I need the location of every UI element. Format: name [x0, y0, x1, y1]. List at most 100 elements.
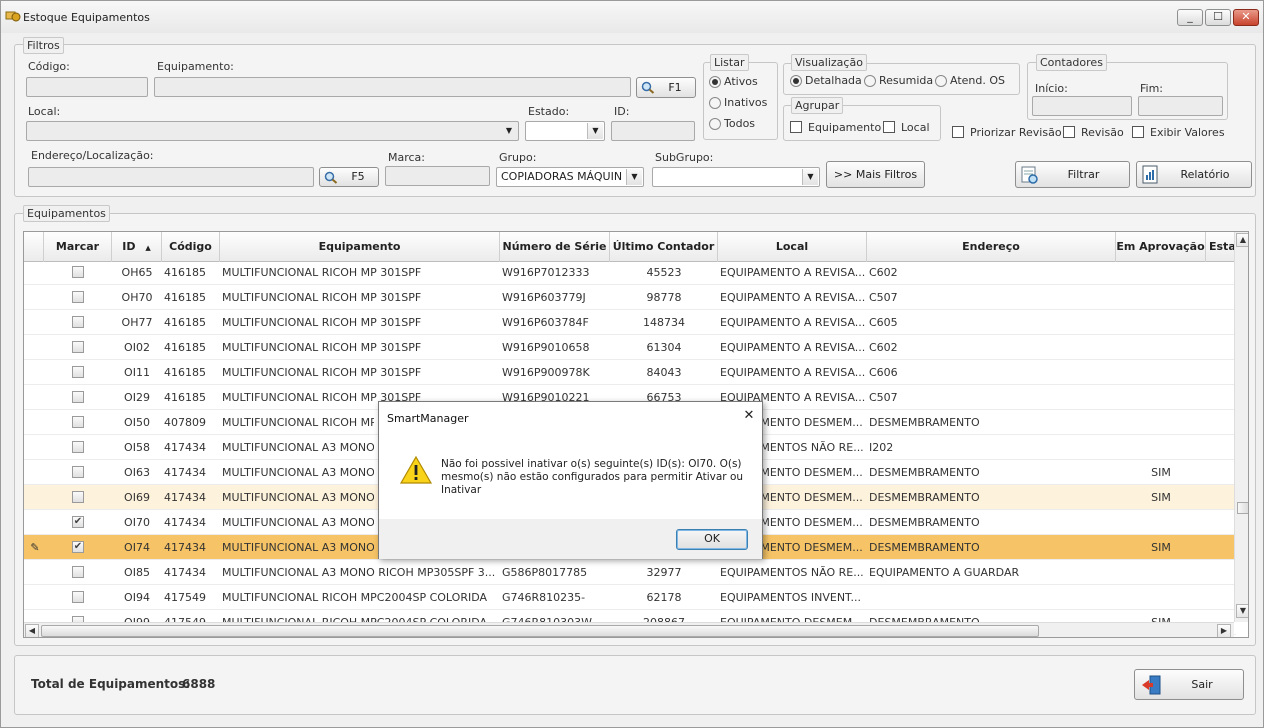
header-ultimo-contador[interactable]: Último Contador [610, 232, 718, 262]
cell-id: OH70 [121, 291, 153, 304]
marcar-checkbox[interactable]: ✔ [72, 516, 84, 528]
header-endereco[interactable]: Endereço [867, 232, 1116, 262]
cell-id: OI94 [124, 591, 150, 604]
table-row[interactable]: OH65 416185 MULTIFUNCIONAL RICOH MP 301SPF… [24, 260, 1236, 285]
cell-codigo: 417434 [164, 491, 206, 504]
cell-local: EQUIPAMENTOS INVENT... [720, 591, 861, 604]
header-local[interactable]: Local [718, 232, 867, 262]
vertical-scroll-thumb[interactable] [1237, 502, 1248, 514]
cell-em-aprovacao [1116, 335, 1206, 360]
fim-label: Fim: [1140, 82, 1164, 95]
scroll-left-arrow-icon[interactable]: ◀ [25, 624, 39, 637]
minimize-button[interactable]: _ [1177, 9, 1203, 26]
marcar-checkbox[interactable] [72, 591, 84, 603]
grupo-combo[interactable]: COPIADORAS MÁQUIN ▼ [496, 167, 644, 187]
vertical-scrollbar[interactable]: ▲ ▼ [1234, 232, 1248, 622]
subgrupo-label: SubGrupo: [655, 151, 714, 164]
f1-lookup-button[interactable]: F1 [636, 77, 696, 98]
radio-detalhada[interactable] [790, 75, 802, 87]
agrupar-equipamento-checkbox[interactable] [790, 121, 802, 133]
header-marcar[interactable]: Marcar [44, 232, 112, 262]
scroll-up-arrow-icon[interactable]: ▲ [1236, 233, 1248, 247]
cell-em-aprovacao: SIM [1151, 541, 1171, 554]
close-button[interactable]: ✕ [1233, 9, 1259, 26]
marcar-checkbox[interactable] [72, 566, 84, 578]
fim-input[interactable] [1138, 96, 1223, 116]
header-numero-serie[interactable]: Número de Série [500, 232, 610, 262]
scroll-down-arrow-icon[interactable]: ▼ [1236, 604, 1248, 618]
marcar-checkbox[interactable] [72, 466, 84, 478]
header-estado[interactable]: Esta [1206, 232, 1236, 262]
ok-button[interactable]: OK [676, 529, 748, 550]
marcar-checkbox[interactable] [72, 491, 84, 503]
cell-ultimo-contador: 148734 [643, 316, 685, 329]
filtrar-button[interactable]: Filtrar [1015, 161, 1130, 188]
marcar-checkbox[interactable] [72, 391, 84, 403]
f5-lookup-button[interactable]: F5 [319, 167, 379, 187]
marcar-checkbox[interactable] [72, 291, 84, 303]
marcar-checkbox[interactable] [72, 366, 84, 378]
header-equipamento[interactable]: Equipamento [220, 232, 500, 262]
radio-ativos[interactable] [709, 76, 721, 88]
table-row[interactable]: OI85 417434 MULTIFUNCIONAL A3 MONO RICOH M… [24, 560, 1236, 585]
marca-input[interactable] [385, 166, 490, 186]
header-codigo[interactable]: Código [162, 232, 220, 262]
grupo-value: COPIADORAS MÁQUIN [501, 170, 623, 183]
subgrupo-combo[interactable]: ▼ [652, 167, 820, 187]
table-row[interactable]: OH70 416185 MULTIFUNCIONAL RICOH MP 301SPF… [24, 285, 1236, 310]
cell-codigo: 417549 [164, 591, 206, 604]
chevron-down-icon: ▼ [505, 126, 513, 135]
cell-endereco: DESMEMBRAMENTO [869, 541, 980, 554]
cell-codigo: 416185 [164, 291, 206, 304]
marcar-checkbox[interactable]: ✔ [72, 541, 84, 553]
marcar-checkbox[interactable] [72, 316, 84, 328]
table-row[interactable]: OI11 416185 MULTIFUNCIONAL RICOH MP 301SPF… [24, 360, 1236, 385]
cell-equipamento: MULTIFUNCIONAL A3 MONO [222, 491, 374, 504]
scroll-right-arrow-icon[interactable]: ▶ [1217, 624, 1231, 637]
warning-icon [399, 455, 433, 484]
sair-button[interactable]: Sair [1134, 669, 1244, 700]
dialog-close-icon[interactable]: ✕ [741, 408, 757, 424]
relatorio-button[interactable]: Relatório [1136, 161, 1252, 188]
radio-resumida[interactable] [864, 75, 876, 87]
report-icon [1141, 165, 1161, 185]
marcar-checkbox[interactable] [72, 266, 84, 278]
window-title: Estoque Equipamentos [23, 11, 150, 24]
cell-equipamento: MULTIFUNCIONAL RICOH MP 301SPF [222, 366, 422, 379]
equipamento-input[interactable] [154, 77, 631, 97]
endereco-input[interactable] [28, 167, 314, 187]
priorizar-revisao-checkbox[interactable] [952, 126, 964, 138]
header-id[interactable]: ID ▲ [112, 232, 162, 262]
cell-equipamento: MULTIFUNCIONAL A3 MONO [222, 441, 374, 454]
mais-filtros-button[interactable]: >> Mais Filtros [826, 161, 925, 188]
agrupar-local-checkbox[interactable] [883, 121, 895, 133]
table-row[interactable]: OH77 416185 MULTIFUNCIONAL RICOH MP 301SPF… [24, 310, 1236, 335]
maximize-button[interactable]: ☐ [1205, 9, 1231, 26]
table-row[interactable]: OI02 416185 MULTIFUNCIONAL RICOH MP 301SPF… [24, 335, 1236, 360]
inicio-input[interactable] [1032, 96, 1132, 116]
marcar-checkbox[interactable] [72, 441, 84, 453]
horizontal-scrollbar[interactable]: ◀ ▶ [24, 622, 1234, 637]
radio-inativos[interactable] [709, 97, 721, 109]
header-em-aprovacao[interactable]: Em Aprovação [1116, 232, 1206, 262]
cell-codigo: 417434 [164, 566, 206, 579]
radio-todos[interactable] [709, 118, 721, 130]
local-combo[interactable]: ▼ [26, 121, 519, 141]
horizontal-scroll-thumb[interactable] [41, 625, 1039, 637]
revisao-checkbox[interactable] [1063, 126, 1075, 138]
cell-numero-serie: W916P9010658 [502, 341, 590, 354]
marcar-checkbox[interactable] [72, 341, 84, 353]
radio-atend-os[interactable] [935, 75, 947, 87]
estado-combo[interactable]: ▼ [525, 121, 605, 141]
cell-numero-serie: G746R810235- [502, 591, 586, 604]
marcar-checkbox[interactable] [72, 416, 84, 428]
cell-id: OI11 [124, 366, 150, 379]
cell-equipamento: MULTIFUNCIONAL RICOH MP [222, 416, 374, 429]
codigo-input[interactable] [26, 77, 148, 97]
marca-label: Marca: [388, 151, 426, 164]
cell-id: OI70 [124, 516, 150, 529]
table-row[interactable]: OI94 417549 MULTIFUNCIONAL RICOH MPC2004SP… [24, 585, 1236, 610]
exibir-valores-checkbox[interactable] [1132, 126, 1144, 138]
id-input[interactable] [611, 121, 695, 141]
inicio-label: Início: [1035, 82, 1068, 95]
